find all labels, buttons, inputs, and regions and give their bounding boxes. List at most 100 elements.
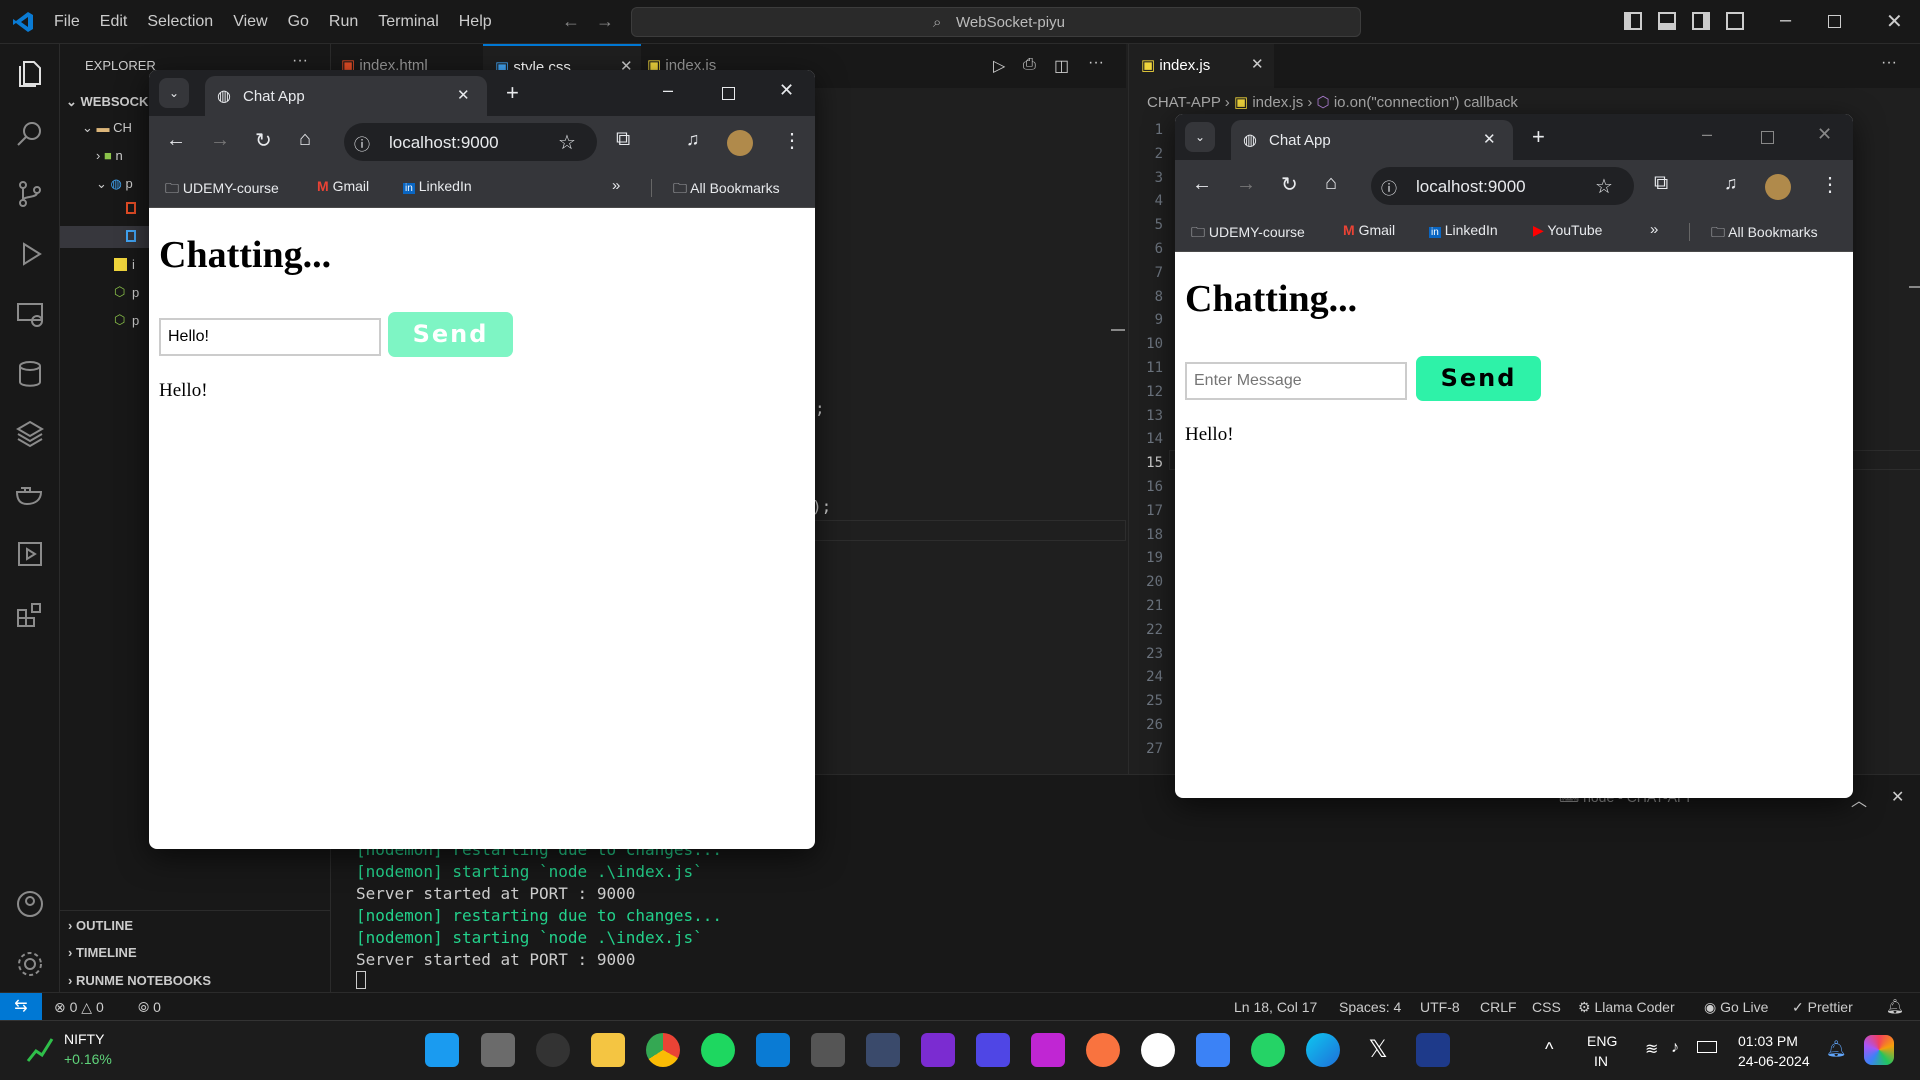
timeline-section[interactable]: › TIMELINE [68, 945, 137, 960]
new-tab-icon[interactable]: + [506, 80, 519, 106]
task-view-icon[interactable] [481, 1033, 515, 1067]
breadcrumb-symbol[interactable]: io.on("connection") callback [1334, 94, 1518, 111]
more-actions-icon[interactable]: ··· [1881, 54, 1897, 72]
mongodb-icon[interactable] [1141, 1033, 1175, 1067]
volume-icon[interactable]: ♪ [1671, 1039, 1679, 1057]
message-input[interactable]: Hello! [159, 318, 381, 356]
close-panel-icon[interactable]: ✕ [1891, 787, 1904, 807]
back-arrow-icon[interactable]: ← [562, 11, 580, 32]
language-top[interactable]: ENG [1587, 1033, 1617, 1049]
close-tab-icon[interactable]: ✕ [457, 86, 470, 104]
menu-go[interactable]: Go [288, 13, 309, 31]
database-icon[interactable] [14, 358, 46, 390]
outline-section[interactable]: › OUTLINE [68, 918, 133, 933]
message-input[interactable] [1185, 362, 1407, 400]
edge-icon[interactable] [1306, 1033, 1340, 1067]
toggle-secondary-sidebar-icon[interactable] [1692, 12, 1710, 30]
tab-search-icon[interactable]: ⌄ [159, 78, 189, 108]
close-window-icon[interactable]: ✕ [1817, 124, 1832, 145]
site-info-icon[interactable]: ⓘ [1381, 175, 1397, 199]
restore-icon[interactable] [1828, 15, 1841, 28]
notifications-bell-icon[interactable]: 🔔︎ [1886, 998, 1904, 1015]
folder-chat-app[interactable]: ⌄ ▬ CH [82, 120, 132, 136]
profile-avatar[interactable] [727, 130, 753, 156]
whatsapp-icon[interactable] [1251, 1033, 1285, 1067]
chrome-tab[interactable]: ◍ Chat App ✕ [1231, 120, 1513, 160]
notepad-icon[interactable] [1196, 1033, 1230, 1067]
stock-chart-icon[interactable] [26, 1035, 54, 1063]
chrome-menu-icon[interactable]: ⋮ [782, 128, 802, 153]
wifi-icon[interactable]: ≋ [1645, 1039, 1658, 1059]
address-bar[interactable]: ⓘ localhost:9000 ☆ [344, 123, 597, 161]
widgets-icon[interactable] [536, 1033, 570, 1067]
breadcrumb-folder[interactable]: CHAT-APP [1147, 94, 1221, 111]
close-tab-icon[interactable]: ✕ [1483, 130, 1496, 148]
extensions-icon[interactable] [14, 598, 46, 630]
json-file-icon[interactable]: ⬡ [114, 312, 125, 328]
tab-index-js[interactable]: ▣ index.js ✕ [1129, 44, 1274, 88]
breadcrumb-file[interactable]: index.js [1252, 94, 1303, 111]
chrome-menu-icon[interactable]: ⋮ [1820, 172, 1840, 197]
more-actions-icon[interactable]: ··· [292, 52, 308, 70]
layers-icon[interactable] [14, 418, 46, 450]
ticker-name[interactable]: NIFTY [64, 1031, 104, 1047]
tree-item-public[interactable]: ⌄ ◍ p [96, 176, 133, 192]
clock-time[interactable]: 01:03 PM [1738, 1033, 1798, 1049]
runme-section[interactable]: › RUNME NOTEBOOKS [68, 973, 211, 988]
print-icon[interactable]: ⎙ [1023, 56, 1036, 74]
run-file-icon[interactable]: ▷ [993, 56, 1005, 76]
profile-avatar[interactable] [1765, 174, 1791, 200]
explorer-icon[interactable] [14, 58, 46, 90]
bookmark-udemy[interactable]: 🗀︎ UDEMY-course [165, 178, 279, 202]
send-button[interactable]: Send [1416, 356, 1541, 401]
back-arrow-icon[interactable]: ← [1192, 173, 1212, 196]
toggle-sidebar-icon[interactable] [1624, 12, 1642, 30]
extensions-puzzle-icon[interactable]: ⧉ [1654, 172, 1668, 195]
reload-icon[interactable]: ↻ [255, 128, 272, 153]
maximize-icon[interactable] [1761, 131, 1774, 144]
more-bookmarks-icon[interactable]: » [612, 177, 620, 194]
menu-view[interactable]: View [233, 13, 267, 31]
chrome-tab[interactable]: ◍ Chat App ✕ [205, 76, 487, 116]
home-icon[interactable]: ⌂ [299, 128, 311, 151]
battery-icon[interactable] [1697, 1041, 1717, 1053]
more-bookmarks-icon[interactable]: » [1650, 221, 1658, 238]
more-actions-icon[interactable]: ··· [1088, 54, 1104, 72]
remote-explorer-icon[interactable] [14, 298, 46, 330]
minimize-icon[interactable]: – [1780, 9, 1791, 32]
tree-item-node-modules[interactable]: › ■ n [96, 148, 123, 163]
vscode-icon[interactable] [756, 1033, 790, 1067]
bookmark-udemy[interactable]: 🗀︎ UDEMY-course [1191, 222, 1305, 246]
postman-icon[interactable] [1086, 1033, 1120, 1067]
problems-indicator[interactable]: ⊗ 0 △ 0 [54, 999, 104, 1016]
maximize-icon[interactable] [722, 87, 735, 100]
workspace-root[interactable]: ⌄ WEBSOCK [66, 94, 148, 110]
search-icon[interactable] [14, 118, 46, 150]
notification-bell-icon[interactable]: 🔔︎ [1826, 1039, 1846, 1059]
extensions-puzzle-icon[interactable]: ⧉ [616, 128, 630, 151]
reload-icon[interactable]: ↻ [1281, 172, 1298, 197]
media-controls-icon[interactable]: ♫ [686, 129, 700, 150]
close-window-icon[interactable]: ✕ [779, 80, 794, 101]
forward-arrow-icon[interactable]: → [1236, 173, 1256, 196]
x-twitter-icon[interactable]: 𝕏 [1361, 1033, 1395, 1067]
send-button[interactable]: Send [388, 312, 513, 357]
chrome-icon[interactable] [646, 1033, 680, 1067]
toggle-panel-icon[interactable] [1658, 12, 1676, 30]
runme-icon[interactable] [14, 538, 46, 570]
windows-start-icon[interactable] [425, 1033, 459, 1067]
menu-edit[interactable]: Edit [100, 13, 128, 31]
cursor-position[interactable]: Ln 18, Col 17 [1234, 999, 1317, 1015]
site-info-icon[interactable]: ⓘ [354, 131, 370, 155]
copilot-icon[interactable] [1864, 1035, 1894, 1065]
terminal-output[interactable]: [nodemon] restarting due to changes... [n… [356, 839, 722, 971]
address-bar[interactable]: ⓘ localhost:9000 ☆ [1371, 167, 1634, 205]
remote-indicator-icon[interactable]: ⇆ [0, 993, 42, 1021]
docker-icon[interactable] [14, 478, 46, 510]
indentation[interactable]: Spaces: 4 [1339, 999, 1401, 1015]
settings-gear-icon[interactable] [14, 948, 46, 980]
menu-terminal[interactable]: Terminal [378, 13, 438, 31]
app-dh-icon[interactable] [1416, 1033, 1450, 1067]
all-bookmarks[interactable]: 🗀︎ All Bookmarks [1711, 222, 1818, 246]
bookmark-linkedin[interactable]: in LinkedIn [403, 178, 472, 194]
